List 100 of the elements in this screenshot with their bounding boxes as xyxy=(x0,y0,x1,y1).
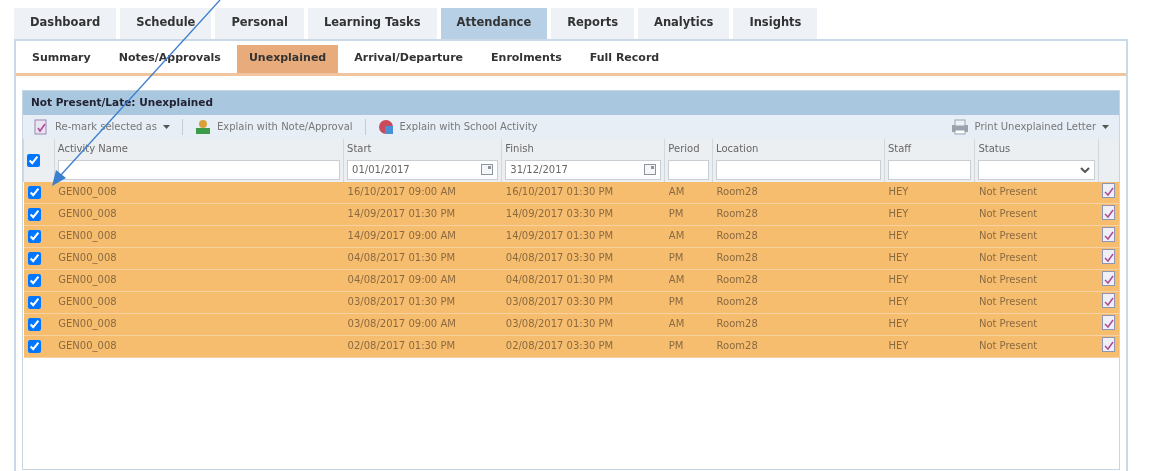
table-cell: 16/10/2017 01:30 PM xyxy=(505,186,614,197)
table-cell: Room28 xyxy=(716,252,758,263)
edit-document-icon[interactable] xyxy=(1102,314,1115,330)
filter-field[interactable] xyxy=(57,159,341,180)
table-cell: Room28 xyxy=(716,230,758,241)
table-cell: PM xyxy=(668,296,684,307)
table-cell: GEN00_008 xyxy=(58,296,117,307)
table-cell: Not Present xyxy=(978,296,1038,307)
toolbar-button[interactable]: Explain with Note/Approval xyxy=(190,117,357,136)
column-header: Period xyxy=(668,141,701,156)
table-cell: 02/08/2017 03:30 PM xyxy=(505,340,614,351)
column-header: Status xyxy=(978,141,1012,156)
table-cell: 03/08/2017 03:30 PM xyxy=(505,296,614,307)
table-cell: Not Present xyxy=(978,208,1038,219)
filter-value: 01/01/2017 xyxy=(352,163,410,177)
edit-document-icon[interactable] xyxy=(1102,226,1115,242)
table-cell: AM xyxy=(668,318,685,329)
table-cell: HEY xyxy=(888,186,909,197)
table-cell: GEN00_008 xyxy=(58,274,117,285)
table-cell: HEY xyxy=(888,230,909,241)
table-cell: Room28 xyxy=(716,296,758,307)
row-checkbox[interactable] xyxy=(27,339,41,353)
table-cell: Room28 xyxy=(716,274,758,285)
nav-tab[interactable]: Insights xyxy=(733,8,818,40)
panel-title: Not Present/Late: Unexplained xyxy=(23,90,1119,115)
calendar-icon xyxy=(481,164,494,175)
column-header: Location xyxy=(716,141,760,156)
table-cell: Room28 xyxy=(716,186,758,197)
select-all-checkbox[interactable] xyxy=(27,154,40,167)
table-cell: 14/09/2017 01:30 PM xyxy=(505,230,614,241)
nav-tab[interactable]: Learning Tasks xyxy=(307,8,437,40)
table-cell: Not Present xyxy=(978,186,1038,197)
table-cell: PM xyxy=(668,340,684,351)
nav-tab[interactable]: Analytics xyxy=(638,8,730,40)
filter-field[interactable] xyxy=(716,159,881,180)
table-cell: Not Present xyxy=(978,230,1038,241)
person-icon xyxy=(194,118,211,135)
table-cell: 02/08/2017 01:30 PM xyxy=(347,340,456,351)
column-header: Staff xyxy=(887,141,913,156)
table-cell: GEN00_008 xyxy=(58,230,117,241)
nav-tab[interactable]: Personal xyxy=(215,8,304,40)
row-checkbox[interactable] xyxy=(27,295,41,309)
table-cell: Not Present xyxy=(978,252,1038,263)
printer-icon xyxy=(950,118,969,135)
nav-tab[interactable]: Dashboard xyxy=(14,8,117,40)
table-cell: Not Present xyxy=(978,340,1038,351)
column-header: Start xyxy=(347,141,373,156)
toolbar-button[interactable]: Explain with School Activity xyxy=(373,117,542,136)
table-cell: AM xyxy=(668,230,685,241)
table-cell: 03/08/2017 09:00 AM xyxy=(347,318,456,329)
print-button[interactable]: Print Unexplained Letter xyxy=(946,117,1113,136)
calendar-icon xyxy=(644,164,657,175)
table-cell: 03/08/2017 01:30 PM xyxy=(505,318,614,329)
row-checkbox[interactable] xyxy=(27,207,41,221)
table-cell: HEY xyxy=(888,340,909,351)
table-cell: HEY xyxy=(888,208,909,219)
edit-document-icon[interactable] xyxy=(1102,248,1115,264)
edit-document-icon[interactable] xyxy=(1102,204,1115,220)
row-checkbox[interactable] xyxy=(27,317,41,331)
table-cell: Room28 xyxy=(716,318,758,329)
edit-document-icon[interactable] xyxy=(1102,292,1115,308)
table-cell: Not Present xyxy=(978,318,1038,329)
table-cell: 14/09/2017 03:30 PM xyxy=(505,208,614,219)
table-cell: 16/10/2017 09:00 AM xyxy=(347,186,456,197)
table-cell: HEY xyxy=(888,296,909,307)
nav-tab[interactable]: Schedule xyxy=(120,8,212,40)
table-cell: GEN00_008 xyxy=(58,252,117,263)
row-checkbox[interactable] xyxy=(27,273,41,287)
nav-tab[interactable]: Reports xyxy=(551,8,634,40)
nav-tab[interactable]: Attendance xyxy=(440,8,548,40)
date-filter-field[interactable]: 31/12/2017 xyxy=(505,159,662,180)
table-cell: Not Present xyxy=(978,274,1038,285)
table-cell: GEN00_008 xyxy=(58,318,117,329)
chevron-down-icon xyxy=(1079,166,1090,173)
table-cell: Room28 xyxy=(716,340,758,351)
table-cell: PM xyxy=(668,208,684,219)
date-filter-field[interactable]: 01/01/2017 xyxy=(347,159,499,180)
edit-document-icon[interactable] xyxy=(1102,270,1115,286)
edit-document-icon[interactable] xyxy=(1102,336,1115,352)
table-cell: 03/08/2017 01:30 PM xyxy=(347,296,456,307)
table-cell: 14/09/2017 01:30 PM xyxy=(347,208,456,219)
table-cell: Room28 xyxy=(716,208,758,219)
table-cell: GEN00_008 xyxy=(58,186,117,197)
table-cell: HEY xyxy=(888,252,909,263)
table-cell: HEY xyxy=(888,274,909,285)
row-checkbox[interactable] xyxy=(27,229,41,243)
row-checkbox[interactable] xyxy=(27,185,41,199)
table-cell: PM xyxy=(668,252,684,263)
edit-document-icon[interactable] xyxy=(1102,182,1115,198)
table-cell: 14/09/2017 09:00 AM xyxy=(347,230,456,241)
table-cell: 04/08/2017 09:00 AM xyxy=(347,274,456,285)
table-cell: GEN00_008 xyxy=(58,340,117,351)
table-cell: HEY xyxy=(888,318,909,329)
sub-tab[interactable]: Unexplained xyxy=(236,45,339,73)
filter-value: 31/12/2017 xyxy=(510,163,568,177)
filter-field[interactable] xyxy=(668,159,710,180)
column-header: Finish xyxy=(505,141,535,156)
filter-field[interactable] xyxy=(887,159,972,180)
row-checkbox[interactable] xyxy=(27,251,41,265)
table-cell: 04/08/2017 03:30 PM xyxy=(505,252,614,263)
